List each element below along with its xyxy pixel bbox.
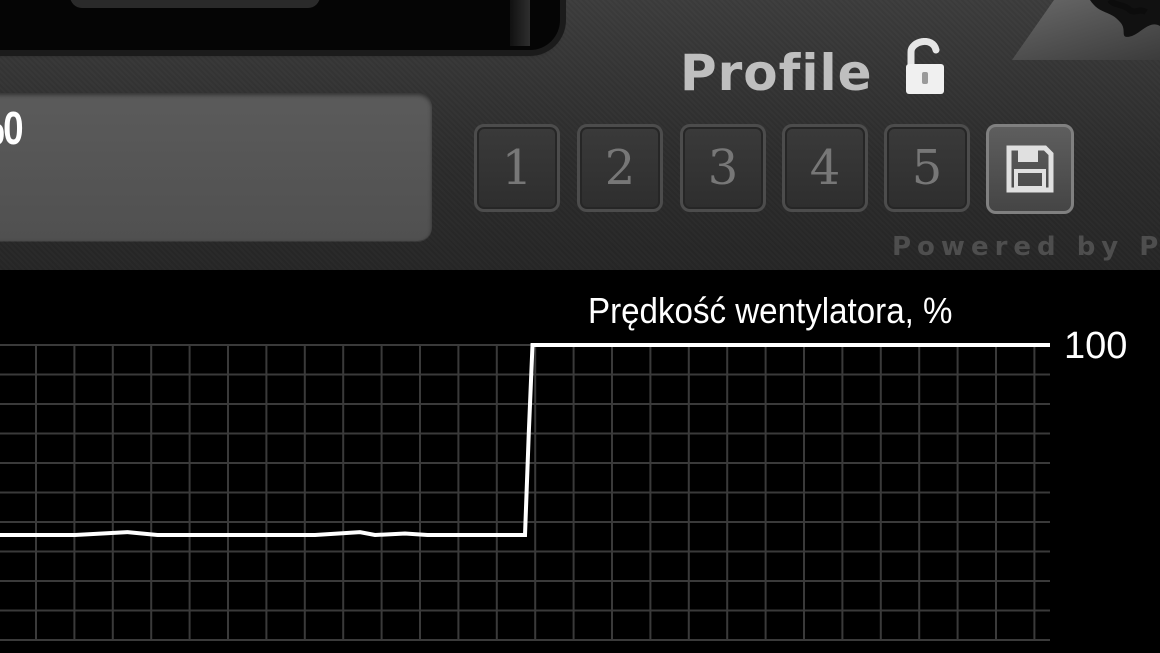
fan-control-window: %0 Profile 1 2 3 4 5 Powered by P Prędko… <box>0 0 1160 653</box>
y-tick-label-100: 100 <box>1064 325 1127 367</box>
fan-speed-chart[interactable]: 100 <box>0 0 1160 653</box>
